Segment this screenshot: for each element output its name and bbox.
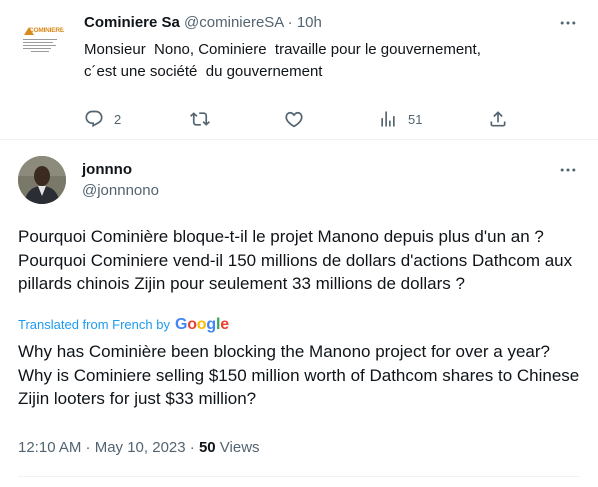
share-button[interactable] bbox=[488, 104, 508, 134]
translated-notice[interactable]: Translated from French by Google bbox=[18, 314, 229, 336]
author-handle[interactable]: @jonnnono bbox=[82, 181, 159, 201]
views-count: 51 bbox=[408, 111, 423, 127]
views-icon bbox=[381, 111, 395, 127]
author-name[interactable]: Cominiere Sa bbox=[84, 14, 180, 31]
divider bbox=[18, 476, 580, 477]
logo-fineprint-line bbox=[23, 39, 57, 40]
author-handle[interactable]: @cominiereSA bbox=[184, 14, 283, 31]
logo-fineprint-line bbox=[23, 45, 56, 46]
cominiere-avatar[interactable]: COMINIERE SA bbox=[17, 14, 65, 62]
tweet-1-actions: 2 51 bbox=[0, 104, 598, 134]
jonnno-avatar[interactable] bbox=[18, 156, 66, 204]
profile-photo-icon bbox=[18, 156, 66, 204]
author-name[interactable]: jonnno bbox=[82, 160, 132, 180]
cominiere-logo-text: COMINIERE SA bbox=[29, 27, 65, 34]
logo-fineprint-line bbox=[23, 42, 53, 43]
like-icon bbox=[285, 111, 303, 128]
reply-count: 2 bbox=[114, 111, 122, 127]
share-icon bbox=[490, 111, 506, 127]
translated-label: Translated from French by bbox=[18, 317, 170, 332]
views-number: 50 bbox=[198, 439, 216, 456]
google-logo: Google bbox=[174, 316, 229, 333]
more-icon[interactable] bbox=[558, 160, 578, 180]
views-label: Views bbox=[215, 439, 260, 456]
tweet-time[interactable]: 10h bbox=[297, 14, 322, 31]
tweet-1-text: Monsieur Nono, Cominiere travaille pour … bbox=[84, 41, 481, 80]
logo-fineprint-line bbox=[31, 51, 49, 52]
tweet-timestamp[interactable]: 12:10 AM · May 10, 2023 · bbox=[18, 439, 199, 456]
views-button[interactable]: 51 bbox=[378, 104, 422, 134]
tweet-1-header: Cominiere Sa @cominiereSA · 10h bbox=[84, 13, 322, 33]
logo-fineprint-line bbox=[23, 48, 51, 49]
tweet-2-text: Pourquoi Cominière bloque-t-il le projet… bbox=[18, 227, 573, 293]
reply-icon bbox=[85, 110, 103, 128]
retweet-icon bbox=[190, 112, 210, 126]
like-button[interactable] bbox=[284, 104, 314, 134]
retweet-button[interactable] bbox=[190, 104, 220, 134]
reply-button[interactable]: 2 bbox=[84, 104, 121, 134]
tweet-2-translation: Why has Cominière been blocking the Mano… bbox=[18, 342, 580, 408]
tweet-2-meta: 12:10 AM · May 10, 2023 · 50 Views bbox=[18, 438, 260, 458]
separator-dot: · bbox=[287, 14, 293, 31]
tweet-1[interactable]: COMINIERE SA Cominiere Sa @cominiereSA ·… bbox=[0, 0, 598, 140]
more-icon[interactable] bbox=[558, 13, 578, 33]
